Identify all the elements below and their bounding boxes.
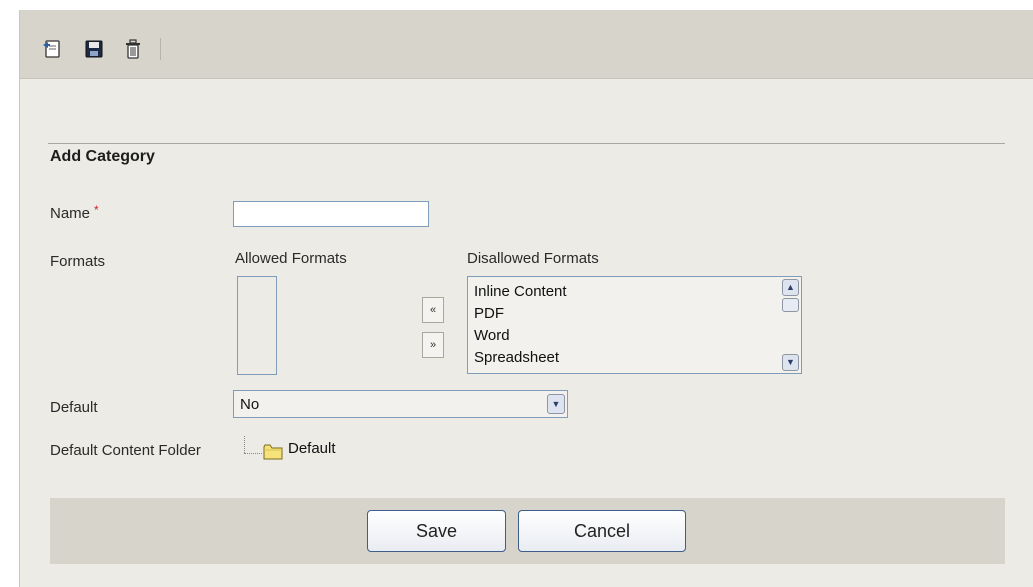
list-item[interactable]: Spreadsheet [474,347,567,369]
default-label: Default [50,399,98,416]
default-select-value: No [240,396,260,413]
folder-icon [263,443,283,461]
toolbar-separator [160,38,161,60]
save-button[interactable]: Save [367,510,506,552]
folder-tree-item[interactable]: Default [288,440,336,457]
section-title: Add Category [50,148,155,165]
chevron-down-icon[interactable]: ▼ [547,394,565,414]
formats-label: Formats [50,253,106,270]
required-marker: * [94,203,99,217]
toolbar [20,10,1033,79]
list-item[interactable]: Inline Content [474,281,567,303]
scroll-thumb[interactable] [782,298,799,312]
name-label: Name * [50,203,99,222]
section-divider [48,143,1005,144]
move-right-button[interactable]: » [422,332,444,358]
tree-connector [244,453,262,454]
allowed-formats-list[interactable] [237,276,277,375]
scroll-up-icon[interactable]: ▲ [782,279,799,296]
tree-connector [244,436,245,453]
name-input[interactable] [233,201,429,227]
disallowed-formats-list[interactable]: Inline Content PDF Word Spreadsheet ▲ ▼ [467,276,802,374]
list-scrollbar[interactable]: ▲ ▼ [782,279,799,371]
list-item[interactable]: PDF [474,303,567,325]
disallowed-items: Inline Content PDF Word Spreadsheet [474,281,567,369]
list-item[interactable]: Word [474,325,567,347]
allowed-formats-title: Allowed Formats [235,250,347,267]
delete-icon[interactable] [123,39,143,59]
page-frame: Add Category Name * Formats Allowed Forma… [19,10,1033,587]
back-icon[interactable] [42,39,62,59]
name-label-text: Name [50,205,91,222]
disallowed-formats-title: Disallowed Formats [467,250,599,267]
default-select[interactable]: No ▼ [233,390,568,418]
save-icon[interactable] [84,39,104,59]
default-folder-label: Default Content Folder [50,442,201,459]
move-left-button[interactable]: « [422,297,444,323]
scroll-down-icon[interactable]: ▼ [782,354,799,371]
cancel-button[interactable]: Cancel [518,510,686,552]
button-bar: Save Cancel [50,498,1005,564]
